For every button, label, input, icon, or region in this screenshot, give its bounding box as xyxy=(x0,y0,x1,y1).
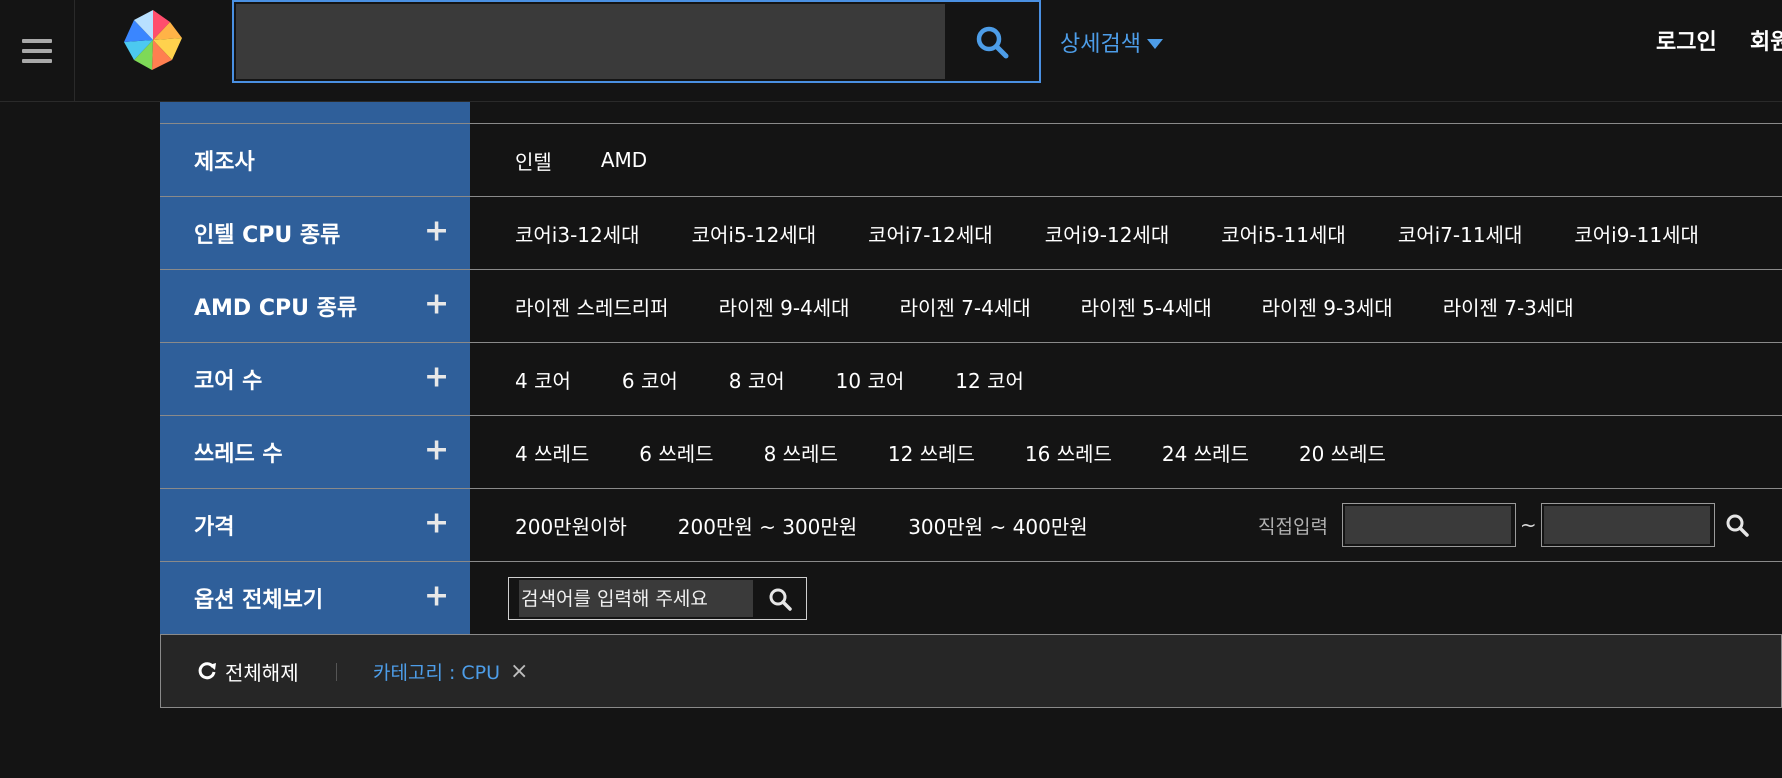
filter-option[interactable]: 코어i3-12세대 xyxy=(515,219,640,248)
advanced-search-toggle[interactable]: 상세검색 xyxy=(1060,26,1163,58)
reset-all-button[interactable]: 전체해제 xyxy=(197,635,299,707)
filter-top-strip-head xyxy=(160,102,470,123)
filter-option[interactable]: 코어i5-12세대 xyxy=(692,219,817,248)
filter-option[interactable]: 코어i7-12세대 xyxy=(868,219,993,248)
search-icon xyxy=(976,26,1009,58)
filter-option[interactable]: 라이젠 7-3세대 xyxy=(1443,292,1574,321)
filter-option[interactable]: 16 쓰레드 xyxy=(1025,438,1112,467)
price-direct-input: 직접입력 ~ xyxy=(1258,489,1749,561)
filter-options-amd-cpu-type: 라이젠 스레드리퍼 라이젠 9-4세대 라이젠 7-4세대 라이젠 5-4세대 … xyxy=(515,270,1574,342)
filter-option[interactable]: 코어i5-11세대 xyxy=(1221,219,1346,248)
filter-row-all-options: 옵션 전체보기 + xyxy=(160,562,1782,635)
expand-plus-icon[interactable]: + xyxy=(424,508,449,539)
filter-label-price: 가격 xyxy=(194,515,235,540)
filter-option[interactable]: 24 쓰레드 xyxy=(1162,438,1249,467)
filter-option[interactable]: 코어i7-11세대 xyxy=(1398,219,1523,248)
price-max-field[interactable] xyxy=(1540,503,1715,547)
filter-option[interactable]: 200만원 ~ 300만원 xyxy=(678,511,857,540)
filter-head-manufacturer: 제조사 xyxy=(160,124,470,196)
top-bar: 상세검색 로그인 회원 xyxy=(0,0,1782,102)
filter-label-amd-cpu-type: AMD CPU 종류 xyxy=(194,296,358,321)
summary-divider xyxy=(336,663,337,681)
filter-options-thread-count: 4 쓰레드 6 쓰레드 8 쓰레드 12 쓰레드 16 쓰레드 24 쓰레드 2… xyxy=(515,416,1386,488)
selected-filters-bar: 전체해제 카테고리 : CPU × xyxy=(160,635,1782,708)
pinwheel-logo[interactable] xyxy=(118,4,188,76)
reset-all-label: 전체해제 xyxy=(225,660,299,685)
hamburger-menu-icon[interactable] xyxy=(0,0,75,102)
filter-option[interactable]: 라이젠 7-4세대 xyxy=(900,292,1031,321)
filter-option[interactable]: 8 코어 xyxy=(729,365,785,394)
price-min-fill xyxy=(1344,506,1511,544)
filter-row-thread-count: 쓰레드 수 + 4 쓰레드 6 쓰레드 8 쓰레드 12 쓰레드 16 쓰레드 … xyxy=(160,416,1782,489)
price-range-separator: ~ xyxy=(1519,513,1537,537)
filter-label-all-options: 옵션 전체보기 xyxy=(194,588,324,613)
expand-plus-icon[interactable]: + xyxy=(424,581,449,612)
filter-option[interactable]: 4 코어 xyxy=(515,365,571,394)
search-icon xyxy=(1726,514,1749,537)
main-search-box xyxy=(232,0,1041,83)
filter-row-manufacturer: 제조사 인텔 AMD xyxy=(160,124,1782,197)
filter-head-intel-cpu-type: 인텔 CPU 종류 + xyxy=(160,197,470,269)
filter-head-price: 가격 + xyxy=(160,489,470,561)
filter-option[interactable]: 라이젠 9-3세대 xyxy=(1262,292,1393,321)
price-direct-label: 직접입력 xyxy=(1258,515,1328,538)
remove-filter-close-icon[interactable]: × xyxy=(510,659,528,684)
filter-head-amd-cpu-type: AMD CPU 종류 + xyxy=(160,270,470,342)
filter-option[interactable]: 6 쓰레드 xyxy=(639,438,713,467)
filter-option[interactable]: AMD xyxy=(601,148,647,172)
selected-filter-chip-label[interactable]: 카테고리 : CPU xyxy=(373,658,500,685)
login-link[interactable]: 로그인 xyxy=(1656,24,1717,56)
filter-label-intel-cpu-type: 인텔 CPU 종류 xyxy=(194,223,341,248)
filter-row-amd-cpu-type: AMD CPU 종류 + 라이젠 스레드리퍼 라이젠 9-4세대 라이젠 7-4… xyxy=(160,270,1782,343)
filter-head-core-count: 코어 수 + xyxy=(160,343,470,415)
filter-top-strip xyxy=(160,102,1782,124)
caret-down-icon xyxy=(1146,39,1163,49)
main-search-input[interactable] xyxy=(236,4,945,79)
filter-option[interactable]: 12 쓰레드 xyxy=(888,438,975,467)
filter-option[interactable]: 인텔 xyxy=(515,146,552,175)
price-min-field[interactable] xyxy=(1341,503,1516,547)
option-search-input[interactable] xyxy=(519,580,753,617)
join-link[interactable]: 회원 xyxy=(1750,24,1782,56)
main-search-button[interactable] xyxy=(945,2,1039,81)
filter-option[interactable]: 코어i9-12세대 xyxy=(1045,219,1170,248)
filter-head-thread-count: 쓰레드 수 + xyxy=(160,416,470,488)
expand-plus-icon[interactable]: + xyxy=(424,216,449,247)
expand-plus-icon[interactable]: + xyxy=(424,435,449,466)
filter-option[interactable]: 12 코어 xyxy=(955,365,1024,394)
filter-option[interactable]: 8 쓰레드 xyxy=(764,438,838,467)
refresh-icon xyxy=(198,662,216,680)
advanced-search-label: 상세검색 xyxy=(1060,32,1141,57)
selected-filter-chip: 카테고리 : CPU × xyxy=(373,635,528,707)
filter-option[interactable]: 6 코어 xyxy=(622,365,678,394)
filter-row-intel-cpu-type: 인텔 CPU 종류 + 코어i3-12세대 코어i5-12세대 코어i7-12세… xyxy=(160,197,1782,270)
expand-plus-icon[interactable]: + xyxy=(424,362,449,393)
filter-label-core-count: 코어 수 xyxy=(194,369,263,394)
filter-option[interactable]: 라이젠 스레드리퍼 xyxy=(515,292,669,321)
search-icon xyxy=(769,588,792,611)
filter-label-manufacturer: 제조사 xyxy=(194,150,255,175)
price-search-button[interactable] xyxy=(1725,513,1749,537)
filter-options-price: 200만원이하 200만원 ~ 300만원 300만원 ~ 400만원 xyxy=(515,489,1088,561)
expand-plus-icon[interactable]: + xyxy=(424,289,449,320)
filter-option[interactable]: 코어i9-11세대 xyxy=(1574,219,1699,248)
filter-row-price: 가격 + 200만원이하 200만원 ~ 300만원 300만원 ~ 400만원… xyxy=(160,489,1782,562)
filter-option[interactable]: 4 쓰레드 xyxy=(515,438,589,467)
option-search-box xyxy=(508,577,807,620)
filter-option[interactable]: 10 코어 xyxy=(836,365,905,394)
filter-option[interactable]: 라이젠 9-4세대 xyxy=(719,292,850,321)
cpu-filter-panel: 제조사 인텔 AMD 인텔 CPU 종류 + 코어i3-12세대 코어i5-12… xyxy=(160,102,1782,708)
option-search-button[interactable] xyxy=(760,578,800,619)
filter-option[interactable]: 300만원 ~ 400만원 xyxy=(908,511,1087,540)
filter-options-intel-cpu-type: 코어i3-12세대 코어i5-12세대 코어i7-12세대 코어i9-12세대 … xyxy=(515,197,1699,269)
filter-head-all-options: 옵션 전체보기 + xyxy=(160,562,470,634)
price-max-fill xyxy=(1543,506,1710,544)
filter-option[interactable]: 라이젠 5-4세대 xyxy=(1081,292,1212,321)
filter-label-thread-count: 쓰레드 수 xyxy=(194,442,283,467)
filter-option[interactable]: 20 쓰레드 xyxy=(1299,438,1386,467)
filter-option[interactable]: 200만원이하 xyxy=(515,511,627,540)
filter-options-core-count: 4 코어 6 코어 8 코어 10 코어 12 코어 xyxy=(515,343,1024,415)
filter-options-manufacturer: 인텔 AMD xyxy=(515,124,647,196)
filter-row-core-count: 코어 수 + 4 코어 6 코어 8 코어 10 코어 12 코어 xyxy=(160,343,1782,416)
